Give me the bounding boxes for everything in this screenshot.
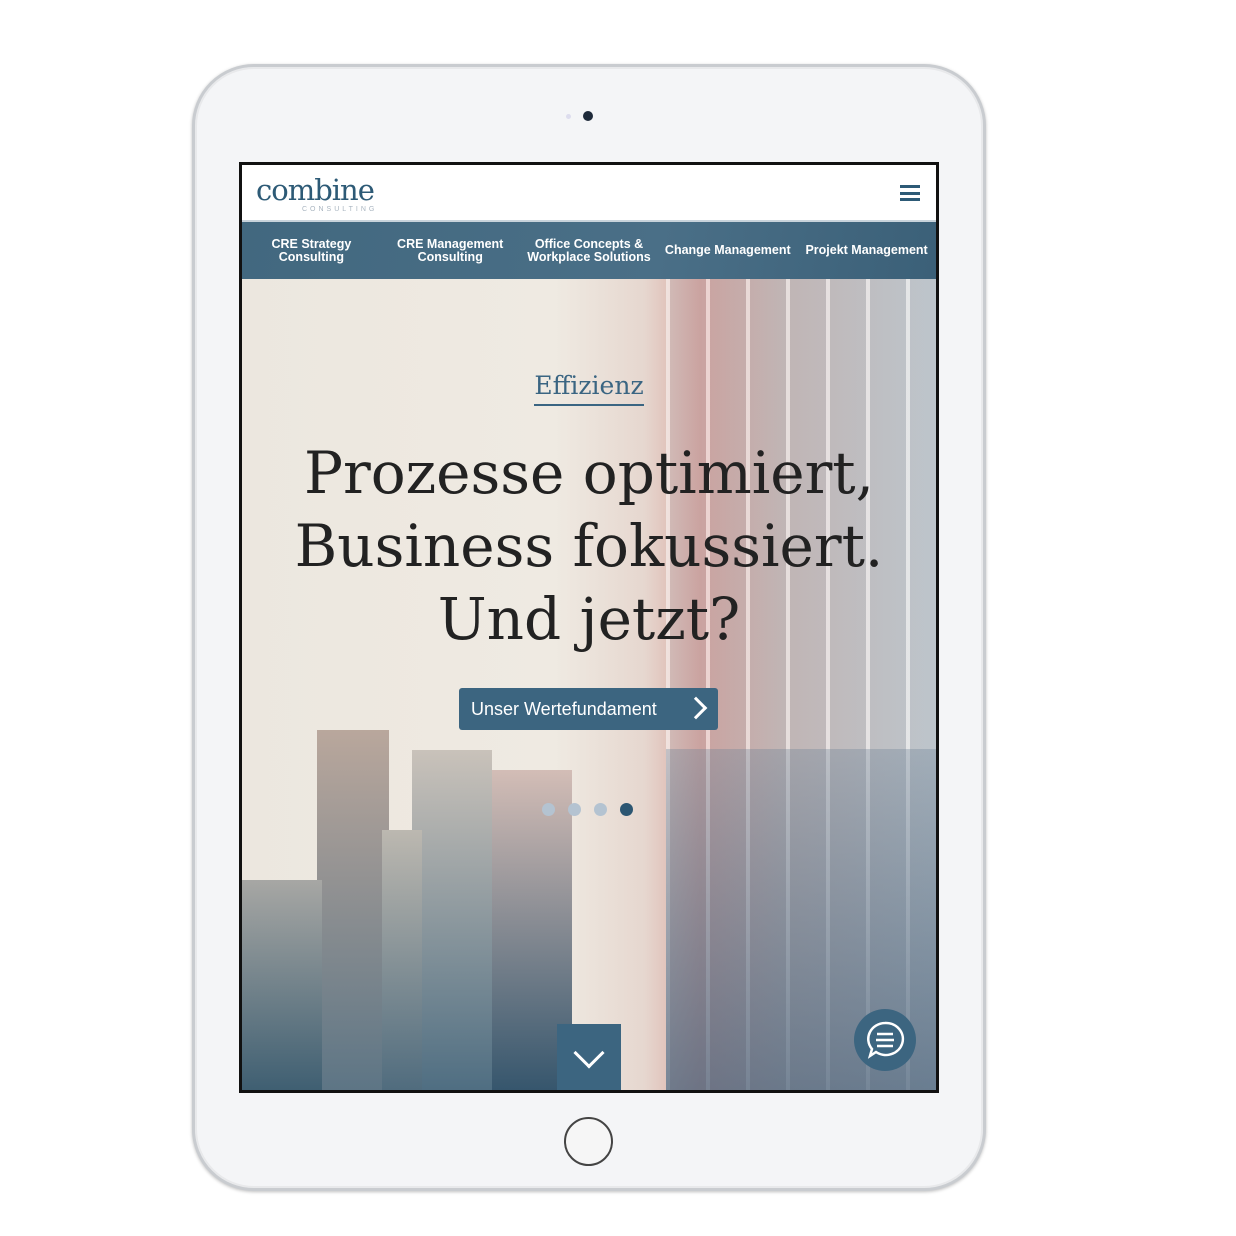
- hero-image-building: [242, 880, 322, 1090]
- chevron-right-icon: [684, 696, 708, 720]
- chat-button[interactable]: [854, 1009, 916, 1071]
- site-header: combine CONSULTING: [242, 165, 936, 220]
- scroll-down-button[interactable]: [557, 1024, 621, 1090]
- camera: [583, 111, 593, 121]
- slider-dot-4[interactable]: [620, 803, 633, 816]
- tablet-screen: combine CONSULTING CRE Strategy Consulti…: [239, 162, 939, 1093]
- nav-item-cre-management[interactable]: CRE Management Consulting: [381, 222, 520, 279]
- nav-item-projekt-management[interactable]: Projekt Management: [797, 222, 936, 279]
- cta-label: Unser Wertefundament: [471, 698, 657, 719]
- slider-dot-3[interactable]: [594, 803, 607, 816]
- slider-dot-2[interactable]: [568, 803, 581, 816]
- logo-subtitle: CONSULTING: [302, 206, 378, 213]
- hero-headline: Prozesse optimiert, Business fokussiert. U…: [294, 439, 884, 653]
- nav-item-office-concepts[interactable]: Office Concepts & Workplace Solutions: [520, 222, 659, 279]
- main-nav: CRE Strategy Consulting CRE Management C…: [242, 220, 936, 279]
- sensor: [566, 114, 571, 119]
- logo[interactable]: combine: [256, 173, 375, 207]
- hero-image-building: [412, 750, 492, 1090]
- hamburger-menu-icon[interactable]: [900, 185, 920, 201]
- slider-dots: [542, 803, 633, 816]
- hero-image-building: [317, 730, 389, 1090]
- hero-overline: Effizienz: [242, 371, 936, 406]
- hero-image-building: [382, 830, 422, 1090]
- nav-item-change-management[interactable]: Change Management: [658, 222, 797, 279]
- cta-button[interactable]: Unser Wertefundament: [459, 688, 718, 730]
- chat-icon: [867, 1021, 905, 1059]
- home-button[interactable]: [564, 1117, 613, 1166]
- chevron-down-icon: [573, 1037, 605, 1069]
- nav-item-cre-strategy[interactable]: CRE Strategy Consulting: [242, 222, 381, 279]
- slider-dot-1[interactable]: [542, 803, 555, 816]
- hero-slider: Effizienz Prozesse optimiert, Business fo…: [242, 279, 936, 1090]
